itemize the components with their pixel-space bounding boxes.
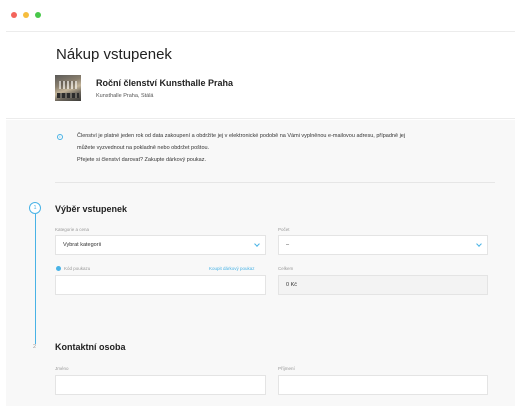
voucher-info-icon [56,266,61,271]
step-1-title: Výběr vstupenek [55,204,128,214]
info-text-line: Přejete si členství darovat? Zakupte dár… [77,157,207,163]
event-name: Roční členství Kunsthalle Praha [96,78,234,88]
event-venue: Kunsthalle Praha, Stálá [96,93,154,99]
chevron-down-icon [476,241,482,247]
category-label: Kategorie a cena [55,227,90,232]
event-thumbnail [55,75,81,101]
minimize-window-dot[interactable] [23,12,29,18]
voucher-label: Kód poukazu [64,266,91,271]
browser-window: Nákup vstupenek Roční členství Kunsthall… [0,0,515,406]
info-text-line: můžete vyzvednout na pokladně nebo obdrž… [77,145,210,151]
step-1-indicator: 1 [29,202,41,214]
first-name-label: Jméno [55,366,69,371]
buy-voucher-link[interactable]: Koupit dárkový poukaz [209,266,255,271]
close-window-dot[interactable] [11,12,17,18]
count-select[interactable]: – [278,235,488,255]
page-title: Nákup vstupenek [56,46,172,63]
category-select[interactable]: Vybrat kategorii [55,235,266,255]
page-header: Nákup vstupenek Roční členství Kunsthall… [6,31,515,119]
step-progress-line [35,214,36,344]
section-divider [55,182,495,183]
total-label: Celkem [278,266,294,271]
voucher-code-input[interactable] [55,275,266,295]
chevron-down-icon [254,241,260,247]
first-name-input[interactable] [55,375,266,395]
last-name-input[interactable] [278,375,488,395]
step-2-title: Kontaktní osoba [55,342,126,352]
total-value: 0 Kč [286,282,298,288]
info-text-line: Členství je platné jeden rok od data zak… [77,133,406,139]
maximize-window-dot[interactable] [35,12,41,18]
window-titlebar [0,0,515,31]
category-value: Vybrat kategorii [63,242,102,248]
step-2-indicator: 2 [33,344,37,350]
total-field: 0 Kč [278,275,488,295]
info-icon: i [57,134,63,140]
count-label: Počet [278,227,290,232]
count-value: – [286,242,290,248]
last-name-label: Příjmení [278,366,295,371]
purchase-form: i Členství je platné jeden rok od data z… [6,120,515,406]
